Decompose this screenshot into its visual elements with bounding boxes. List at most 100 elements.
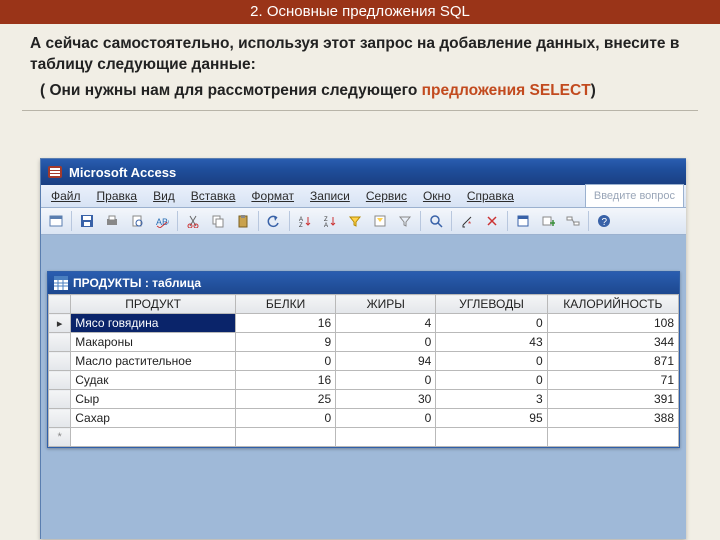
view-button[interactable] xyxy=(44,209,68,233)
menu-format[interactable]: Формат xyxy=(243,186,302,206)
cell-fat[interactable]: 0 xyxy=(336,371,436,390)
svg-text:*: * xyxy=(468,220,471,228)
cell-product[interactable]: Сыр xyxy=(71,390,236,409)
row-selector[interactable] xyxy=(49,409,71,428)
print-preview-icon[interactable] xyxy=(125,209,149,233)
row-selector[interactable] xyxy=(49,371,71,390)
cell-kcal[interactable]: 344 xyxy=(547,333,678,352)
cell-kcal[interactable]: 388 xyxy=(547,409,678,428)
spellcheck-icon[interactable]: ABC xyxy=(150,209,174,233)
table-row[interactable]: Сыр25303391 xyxy=(49,390,679,409)
print-icon[interactable] xyxy=(100,209,124,233)
menu-file[interactable]: Файл xyxy=(43,186,89,206)
row-selector[interactable]: ▸ xyxy=(49,314,71,333)
menu-records[interactable]: Записи xyxy=(302,186,358,206)
datasheet-window: ПРОДУКТЫ : таблица ПРОДУКТ БЕЛКИ ЖИРЫ УГ… xyxy=(47,271,680,448)
divider xyxy=(22,110,698,111)
new-record-icon[interactable]: * xyxy=(455,209,479,233)
paragraph-2: ( Они нужны нам для рассмотрения следующ… xyxy=(0,76,720,100)
col-protein[interactable]: БЕЛКИ xyxy=(235,295,335,314)
menu-edit[interactable]: Правка xyxy=(89,186,146,206)
delete-record-icon[interactable] xyxy=(480,209,504,233)
database-window-icon[interactable] xyxy=(511,209,535,233)
find-icon[interactable] xyxy=(424,209,448,233)
cell-product[interactable] xyxy=(71,428,236,447)
toggle-filter-icon[interactable] xyxy=(393,209,417,233)
cell-fat[interactable]: 0 xyxy=(336,333,436,352)
cell-protein[interactable]: 9 xyxy=(235,333,335,352)
cell-product[interactable]: Макароны xyxy=(71,333,236,352)
menu-view[interactable]: Вид xyxy=(145,186,183,206)
menu-tools[interactable]: Сервис xyxy=(358,186,415,206)
filter-by-selection-icon[interactable] xyxy=(343,209,367,233)
header-row: ПРОДУКТ БЕЛКИ ЖИРЫ УГЛЕВОДЫ КАЛОРИЙНОСТЬ xyxy=(49,295,679,314)
cell-carbs[interactable]: 0 xyxy=(436,352,547,371)
child-title-text: ПРОДУКТЫ : таблица xyxy=(73,276,201,290)
table-row[interactable]: ▸Мясо говядина1640108 xyxy=(49,314,679,333)
save-icon[interactable] xyxy=(75,209,99,233)
paragraph-1: А сейчас самостоятельно, используя этот … xyxy=(0,24,720,76)
filter-by-form-icon[interactable] xyxy=(368,209,392,233)
col-product[interactable]: ПРОДУКТ xyxy=(71,295,236,314)
new-record-row[interactable]: * xyxy=(49,428,679,447)
cell-product[interactable]: Судак xyxy=(71,371,236,390)
app-title: Microsoft Access xyxy=(69,165,176,180)
row-selector[interactable] xyxy=(49,352,71,371)
copy-icon[interactable] xyxy=(206,209,230,233)
menu-insert[interactable]: Вставка xyxy=(183,186,244,206)
row-selector[interactable] xyxy=(49,333,71,352)
cell-protein[interactable]: 25 xyxy=(235,390,335,409)
cell-carbs[interactable]: 95 xyxy=(436,409,547,428)
cell-fat[interactable]: 4 xyxy=(336,314,436,333)
table-row[interactable]: Судак160071 xyxy=(49,371,679,390)
col-carbs[interactable]: УГЛЕВОДЫ xyxy=(436,295,547,314)
undo-icon[interactable] xyxy=(262,209,286,233)
cell-product[interactable]: Масло растительное xyxy=(71,352,236,371)
menubar: Файл Правка Вид Вставка Формат Записи Се… xyxy=(41,185,686,208)
cell-product[interactable]: Мясо говядина xyxy=(71,314,236,333)
cell-carbs[interactable]: 0 xyxy=(436,371,547,390)
cell-protein[interactable]: 16 xyxy=(235,314,335,333)
sort-asc-icon[interactable]: AZ xyxy=(293,209,317,233)
row-selector-header[interactable] xyxy=(49,295,71,314)
new-object-icon[interactable] xyxy=(536,209,560,233)
new-record-marker[interactable]: * xyxy=(49,428,71,447)
cell-kcal[interactable]: 391 xyxy=(547,390,678,409)
app-titlebar: Microsoft Access xyxy=(41,159,686,185)
slide-header: 2. Основные предложения SQL xyxy=(0,0,720,24)
col-fat[interactable]: ЖИРЫ xyxy=(336,295,436,314)
cell-protein[interactable]: 0 xyxy=(235,409,335,428)
help-icon[interactable]: ? xyxy=(592,209,616,233)
cell-protein[interactable]: 16 xyxy=(235,371,335,390)
cell-protein[interactable] xyxy=(235,428,335,447)
menu-window[interactable]: Окно xyxy=(415,186,459,206)
cell-product[interactable]: Сахар xyxy=(71,409,236,428)
row-selector[interactable] xyxy=(49,390,71,409)
cut-icon[interactable] xyxy=(181,209,205,233)
cell-kcal[interactable]: 871 xyxy=(547,352,678,371)
access-app-icon xyxy=(47,164,63,180)
col-kcal[interactable]: КАЛОРИЙНОСТЬ xyxy=(547,295,678,314)
cell-kcal[interactable]: 71 xyxy=(547,371,678,390)
cell-carbs[interactable]: 3 xyxy=(436,390,547,409)
sort-desc-icon[interactable]: ZA xyxy=(318,209,342,233)
p2-open: ( Они нужны нам для рассмотрения следующ… xyxy=(40,82,422,99)
help-search-input[interactable]: Введите вопрос xyxy=(585,184,684,208)
table-row[interactable]: Масло растительное0940871 xyxy=(49,352,679,371)
table-row[interactable]: Макароны9043344 xyxy=(49,333,679,352)
paste-icon[interactable] xyxy=(231,209,255,233)
cell-kcal[interactable] xyxy=(547,428,678,447)
relationships-icon[interactable] xyxy=(561,209,585,233)
menu-help[interactable]: Справка xyxy=(459,186,522,206)
cell-fat[interactable]: 94 xyxy=(336,352,436,371)
cell-fat[interactable]: 0 xyxy=(336,409,436,428)
cell-fat[interactable]: 30 xyxy=(336,390,436,409)
cell-fat[interactable] xyxy=(336,428,436,447)
cell-carbs[interactable] xyxy=(436,428,547,447)
data-grid[interactable]: ПРОДУКТ БЕЛКИ ЖИРЫ УГЛЕВОДЫ КАЛОРИЙНОСТЬ… xyxy=(48,294,679,447)
cell-carbs[interactable]: 43 xyxy=(436,333,547,352)
cell-kcal[interactable]: 108 xyxy=(547,314,678,333)
table-row[interactable]: Сахар0095388 xyxy=(49,409,679,428)
cell-protein[interactable]: 0 xyxy=(235,352,335,371)
cell-carbs[interactable]: 0 xyxy=(436,314,547,333)
